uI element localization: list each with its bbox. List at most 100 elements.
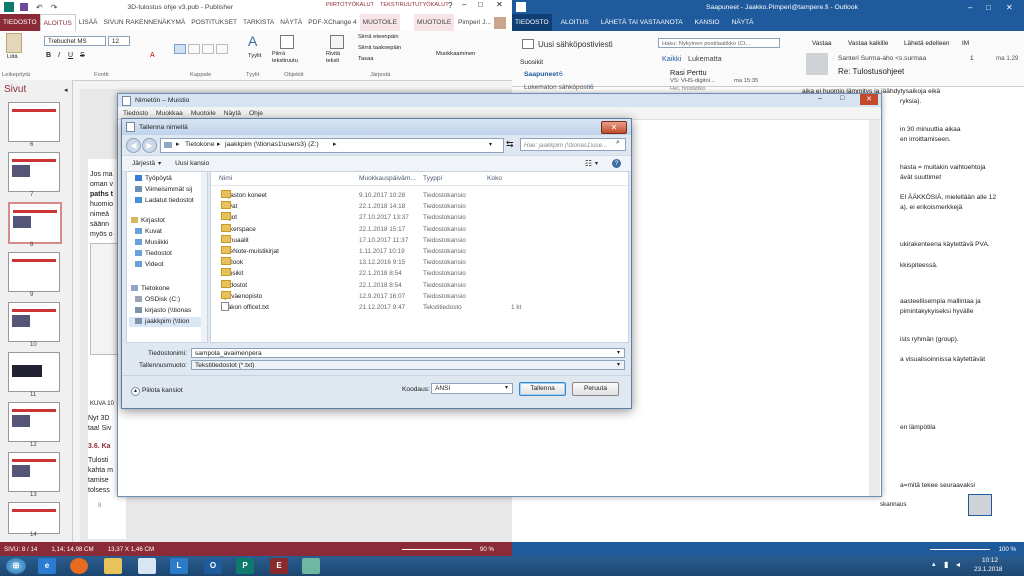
nav-item-music[interactable]: Musiikki — [135, 238, 168, 248]
column-header-size[interactable]: Koko — [487, 175, 502, 182]
new-folder-button[interactable]: Uusi kansio — [175, 160, 209, 167]
nav-item-download[interactable]: Ladatut tiedostot — [135, 196, 194, 206]
folder-row[interactable]: Suosikit 22.1.2018 8:54 Tiedostokansio — [211, 268, 628, 279]
bold-button[interactable]: B — [46, 52, 51, 59]
breadcrumb-computer[interactable]: Tietokone — [185, 141, 215, 148]
firefox-icon[interactable] — [70, 558, 88, 574]
outlook-taskbar-icon[interactable]: O — [204, 558, 222, 574]
tab-format-textbox[interactable]: MUOTOILE — [414, 14, 455, 31]
menu-view[interactable]: Näytä — [224, 110, 241, 117]
menu-edit[interactable]: Muokkaa — [156, 110, 183, 117]
explorer-icon[interactable] — [104, 558, 122, 574]
status-zoom[interactable]: 90 % — [480, 546, 494, 553]
encoding-select[interactable]: ANSI — [431, 383, 513, 394]
reply-all-button[interactable]: Vastaa kaikille — [848, 40, 888, 47]
dialog-close-button[interactable]: ✕ — [601, 121, 627, 134]
align-left-button[interactable] — [174, 44, 186, 54]
new-mail-button[interactable]: Uusi sähköpostiviesti — [538, 40, 613, 49]
page-thumb-10[interactable] — [8, 302, 60, 342]
strikethrough-button[interactable]: S — [80, 52, 85, 59]
refresh-icon[interactable]: ⇆ — [506, 138, 517, 150]
tab-format-drawing[interactable]: MUOTOILE — [359, 14, 400, 31]
breadcrumb-sep-icon[interactable]: ▸ — [217, 140, 221, 148]
align-button[interactable]: Tasaa — [358, 56, 373, 62]
page-thumb-13[interactable] — [8, 452, 60, 492]
app-taskbar-icon[interactable]: E — [270, 558, 288, 574]
close-button[interactable]: ✕ — [1006, 3, 1013, 12]
nav-item-docs[interactable]: Tiedostot — [135, 249, 172, 259]
tab-mailings[interactable]: POSTITUKSET — [188, 14, 240, 31]
folder-row[interactable]: Outlook 13.12.2016 9:15 Tiedostokansio — [211, 257, 628, 268]
close-button[interactable]: ✕ — [496, 0, 503, 9]
font-color-button[interactable]: A — [150, 52, 155, 59]
mail-sender[interactable]: Rasi Perttu — [670, 68, 707, 77]
nav-scrollbar[interactable] — [201, 172, 207, 342]
status-page[interactable]: SIVU: 8 / 14 — [4, 546, 37, 553]
maximize-button[interactable]: □ — [478, 0, 483, 9]
wrap-text-icon[interactable] — [330, 35, 344, 49]
page-thumb-12[interactable] — [8, 402, 60, 442]
column-header-name[interactable]: Nimi — [219, 175, 232, 182]
folder-row[interactable]: Työväenopisto 12.9.2017 16:07 Tiedostokans… — [211, 290, 628, 302]
filter-all[interactable]: Kaikki — [662, 54, 681, 63]
breadcrumb-sep-icon[interactable]: ▸ — [333, 140, 337, 148]
nav-item-pictures[interactable]: Kuvat — [135, 227, 162, 237]
send-backward-button[interactable]: Siirrä taaksepäin — [358, 45, 401, 51]
hide-folders-icon[interactable]: ▲ — [131, 387, 140, 396]
page-thumb-14[interactable] — [8, 502, 60, 534]
filetype-select[interactable]: Tekstitiedostot (*.txt) — [191, 360, 625, 370]
filetype-dropdown-icon[interactable]: ▾ — [617, 361, 620, 368]
encoding-dropdown-icon[interactable]: ▾ — [505, 384, 508, 391]
styles-icon[interactable]: A — [248, 33, 257, 49]
minimize-button[interactable]: – — [462, 0, 466, 9]
zoom-slider[interactable] — [401, 548, 472, 550]
underline-button[interactable]: U — [68, 52, 73, 59]
new-mail-icon[interactable] — [522, 39, 534, 49]
view-dropdown-icon[interactable]: ▾ — [595, 160, 598, 167]
filter-unread[interactable]: Lukematta — [688, 54, 722, 63]
favorites-header[interactable]: Suosikit — [520, 59, 543, 66]
ie-icon[interactable]: e — [38, 558, 56, 574]
help-icon[interactable]: ? — [448, 1, 452, 10]
lync-icon[interactable]: L — [170, 558, 188, 574]
inbox-folder[interactable]: Saapuneet — [524, 71, 558, 78]
bring-forward-button[interactable]: Siirrä eteenpäin — [358, 34, 399, 40]
volume-icon[interactable]: ◂ — [956, 560, 960, 569]
tab-send-receive[interactable]: LÄHETÄ TAI VASTAANOTA — [598, 14, 686, 31]
tab-home[interactable]: ALOITUS — [558, 14, 592, 31]
search-icon[interactable]: ⌕ — [616, 139, 620, 147]
start-button[interactable]: ⊞ — [6, 558, 26, 574]
address-dropdown-icon[interactable]: ▾ — [489, 141, 492, 148]
page-thumb-9[interactable] — [8, 252, 60, 292]
forward-button[interactable]: Lähetä edelleen — [904, 40, 950, 47]
folder-row[interactable]: Manuaalit 17.10.2017 11:37 Tiedostokansio — [211, 234, 628, 246]
folder-row[interactable]: Tiedostot 22.1.2018 8:54 Tiedostokansio — [211, 279, 628, 291]
maximize-button[interactable]: □ — [840, 95, 844, 102]
page-thumb-6[interactable] — [8, 102, 60, 142]
save-icon[interactable] — [20, 3, 28, 11]
filename-dropdown-icon[interactable]: ▾ — [617, 349, 620, 356]
tab-pdf-xchange[interactable]: PDF-XChange 4 — [305, 14, 359, 31]
align-right-button[interactable] — [202, 44, 214, 54]
network-icon[interactable]: ▮ — [944, 560, 948, 569]
clock-time[interactable]: 10:12 — [982, 557, 998, 564]
draw-textbox-icon[interactable] — [280, 35, 294, 49]
folder-row[interactable]: Logot 27.10.2017 13:37 Tiedostokansio — [211, 212, 628, 223]
zoom-slider[interactable] — [930, 548, 991, 550]
organize-dropdown-icon[interactable]: ▾ — [158, 160, 161, 167]
tab-home[interactable]: ALOITUS — [39, 13, 76, 32]
help-icon[interactable]: ? — [612, 159, 621, 168]
im-button[interactable]: IM — [962, 40, 969, 47]
tab-view[interactable]: NÄYTÄ — [277, 14, 305, 31]
breadcrumb-sep-icon[interactable]: ▸ — [176, 140, 180, 148]
tab-file[interactable]: TIEDOSTO — [0, 14, 40, 31]
menu-file[interactable]: Tiedosto — [123, 110, 148, 117]
font-name-select[interactable]: Trebuchet MS — [44, 36, 106, 46]
tab-view[interactable]: NÄYTÄ — [729, 14, 757, 31]
menu-help[interactable]: Ohje — [249, 110, 263, 117]
editing-button[interactable]: Muokkaaminen — [436, 51, 475, 57]
save-button[interactable]: Tallenna — [519, 382, 566, 396]
nav-item-netdrive[interactable]: kirjasto (\\tionas — [135, 306, 191, 316]
italic-button[interactable]: I — [58, 52, 60, 59]
folder-row[interactable]: Kuvat 22.1.2018 14:18 Tiedostokansio — [211, 201, 628, 212]
